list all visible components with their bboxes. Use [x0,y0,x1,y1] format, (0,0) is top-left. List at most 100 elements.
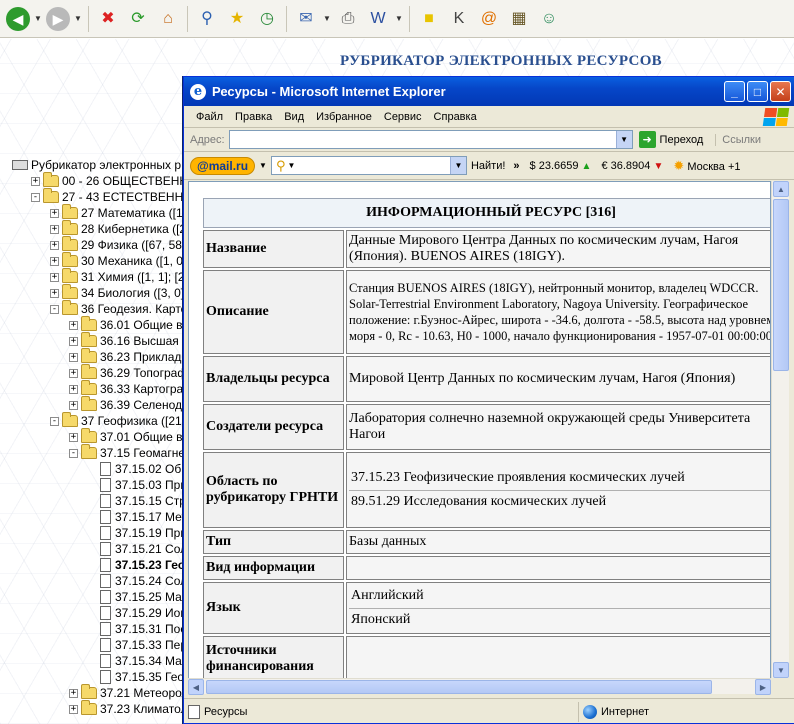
tree-item[interactable]: +30 Механика ([1, 0] [50,252,186,269]
expand-icon[interactable]: + [69,400,78,410]
tree-item[interactable]: +29 Физика ([67, 58] [50,236,185,253]
more-chevron[interactable]: » [513,160,519,172]
links-button[interactable]: Ссылки [715,133,761,146]
go-button[interactable]: ➜ Переход [638,131,703,148]
tree-item[interactable]: 37.15.34 Маг [88,653,186,669]
forward-icon[interactable]: ▶ [46,6,70,31]
horizontal-scroll-thumb[interactable] [206,680,712,694]
tree-item[interactable]: 37.15.23 Гео [88,557,185,573]
search-icon[interactable]: ⚲ [194,6,220,32]
search-dropdown-icon[interactable]: ▼ [449,157,466,174]
close-button[interactable]: ✕ [770,81,791,102]
favorites-star-icon[interactable]: ★ [224,6,250,32]
tree-item[interactable]: +36.01 Общие воп [69,316,196,333]
tree-item[interactable]: - 37.15 Геомагнет [69,444,190,461]
tree-item[interactable]: +36.23 Прикладна [69,348,195,365]
tree-item[interactable]: +36.33 Картограф [69,380,193,397]
mail-icon[interactable]: ✉ [293,6,319,32]
tree-item[interactable]: 37.15.29 Ион [88,605,187,621]
tree-item[interactable]: 37.15.15 Стр [88,493,186,509]
maximize-button[interactable]: □ [747,81,768,102]
expand-icon[interactable]: + [50,272,59,282]
tree-item[interactable]: +00 - 26 ОБЩЕСТВЕННЫ [31,172,199,189]
expand-icon[interactable]: + [69,384,78,394]
expand-icon[interactable]: + [69,352,78,362]
window-titlebar[interactable]: e Ресурсы - Microsoft Internet Explorer … [184,77,794,106]
mailru-logo[interactable]: @mail.ru [190,156,256,175]
research-icon[interactable]: ▦ [506,6,532,32]
tree-item[interactable]: +37.01 Общие воп [69,428,196,445]
k-logo-icon[interactable]: K [446,6,472,32]
at-mail-icon[interactable]: @ [476,6,502,32]
expand-icon[interactable]: + [69,432,78,442]
vertical-scrollbar[interactable]: ▲ ▼ [771,181,789,678]
forward-dropdown-icon[interactable]: ▼ [74,14,82,23]
tree-item[interactable]: 37.15.35 Гео [88,669,184,685]
tree-item[interactable]: +36.16 Высшая ге [69,332,193,349]
expand-icon[interactable]: + [69,320,78,330]
tree-item[interactable]: +36.39 Селенодез [69,396,194,413]
search-engine-dropdown-icon[interactable]: ▼ [288,161,296,170]
tree-item[interactable]: +37.23 Климатол [69,700,188,717]
menu-help[interactable]: Справка [428,111,483,123]
vertical-scroll-thumb[interactable] [773,199,789,371]
expand-icon[interactable]: + [69,336,78,346]
collapse-icon[interactable]: - [69,448,78,458]
tree-item[interactable]: Рубрикатор электронных р [12,157,181,173]
address-dropdown-icon[interactable]: ▼ [615,131,632,148]
tree-item[interactable]: - 36 Геодезия. Картог [50,300,192,317]
home-icon[interactable]: ⌂ [155,6,181,32]
history-icon[interactable]: ◷ [254,6,280,32]
note-icon[interactable]: ■ [416,6,442,32]
refresh-icon[interactable]: ⟳ [125,6,151,32]
expand-icon[interactable]: + [69,704,78,714]
messenger-icon[interactable]: ☺ [536,6,562,32]
expand-icon[interactable]: + [69,368,78,378]
menu-favorites[interactable]: Избранное [310,111,378,123]
expand-icon[interactable]: + [50,256,59,266]
back-dropdown-icon[interactable]: ▼ [34,14,42,23]
menu-file[interactable]: Файл [190,111,229,123]
minimize-button[interactable]: _ [724,81,745,102]
menu-edit[interactable]: Правка [229,111,278,123]
expand-icon[interactable]: + [31,176,40,186]
tree-item[interactable]: 37.15.19 При [88,525,187,541]
tree-item[interactable]: 37.15.25 Маг [88,589,186,605]
tree-item[interactable]: +37.21 Метеорол [69,684,189,701]
menu-view[interactable]: Вид [278,111,310,123]
tree-item[interactable]: 37.15.02 Общ [88,461,191,477]
mailru-dropdown-icon[interactable]: ▼ [259,161,267,170]
scroll-left-icon[interactable]: ◀ [188,679,204,695]
tree-item[interactable]: +34 Биология ([3, 0] [50,284,184,301]
expand-icon[interactable]: + [50,208,59,218]
back-icon[interactable]: ◀ [6,6,30,31]
expand-icon[interactable]: + [50,240,59,250]
mail-dropdown-icon[interactable]: ▼ [323,14,331,23]
horizontal-scrollbar[interactable]: ◀ ▶ [188,678,771,695]
tree-item[interactable]: +28 Кибернетика ([2 [50,220,186,237]
address-input[interactable]: ▼ [228,130,633,149]
tree-item[interactable]: 37.15.03 При [88,477,187,493]
expand-icon[interactable]: + [50,224,59,234]
edit-dropdown-icon[interactable]: ▼ [395,14,403,23]
stop-icon[interactable]: ✖ [95,6,121,32]
tree-item[interactable]: +27 Математика ([1, [50,204,186,221]
tree-item[interactable]: - 37 Геофизика ([210 [50,412,188,429]
tree-item[interactable]: 37.15.21 Сол [88,541,187,557]
word-edit-icon[interactable]: W [365,6,391,32]
mailru-search-input[interactable]: ⚲ ▼ ▼ [270,156,467,175]
scroll-down-icon[interactable]: ▼ [773,662,789,678]
collapse-icon[interactable]: - [50,416,59,426]
collapse-icon[interactable]: - [31,192,40,202]
tree-item[interactable]: 37.15.24 Сол [88,573,187,589]
expand-icon[interactable]: + [50,288,59,298]
tree-item[interactable]: - 27 - 43 ЕСТЕСТВЕННЫЕ [31,188,202,205]
tree-item[interactable]: +31 Химия ([1, 1]; [2 [50,268,185,285]
scroll-right-icon[interactable]: ▶ [755,679,771,695]
scroll-up-icon[interactable]: ▲ [773,181,789,197]
collapse-icon[interactable]: - [50,304,59,314]
tree-item[interactable]: 37.15.17 Мет [88,509,187,525]
menu-tools[interactable]: Сервис [378,111,428,123]
tree-item[interactable]: 37.15.31 Пос [88,621,186,637]
tree-item[interactable]: +36.29 Топограф [69,364,187,381]
